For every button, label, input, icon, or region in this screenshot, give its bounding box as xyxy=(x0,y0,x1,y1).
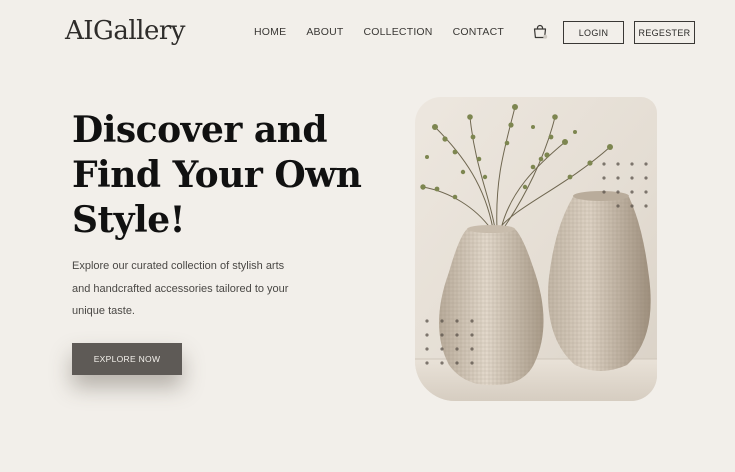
hero-description: Explore our curated collection of stylis… xyxy=(72,255,332,323)
nav-item-collection[interactable]: COLLECTION xyxy=(363,26,432,38)
headline-line-2: Find Your Own xyxy=(72,154,362,196)
headline-line-3: Style! xyxy=(72,199,185,241)
shopping-bag-icon[interactable] xyxy=(532,24,548,40)
nav-item-home[interactable]: HOME xyxy=(254,26,286,38)
nav-item-contact[interactable]: CONTACT xyxy=(453,26,504,38)
brand-logo[interactable]: AIGallery xyxy=(65,16,185,46)
explore-now-button[interactable]: EXPLORE NOW xyxy=(72,343,182,375)
description-line-3: unique taste. xyxy=(72,305,135,317)
register-button[interactable]: REGESTER xyxy=(634,21,695,44)
main-nav: HOME ABOUT COLLECTION CONTACT xyxy=(254,26,504,38)
headline-line-1: Discover and xyxy=(72,109,328,151)
description-line-2: and handcrafted accessories tailored to … xyxy=(72,282,289,295)
hero-headline: Discover and Find Your Own Style! xyxy=(72,108,372,243)
description-line-1: Explore our curated collection of stylis… xyxy=(72,260,285,272)
nav-item-about[interactable]: ABOUT xyxy=(306,26,343,38)
login-button[interactable]: LOGIN xyxy=(563,21,624,44)
hero-vase-image xyxy=(415,97,657,401)
